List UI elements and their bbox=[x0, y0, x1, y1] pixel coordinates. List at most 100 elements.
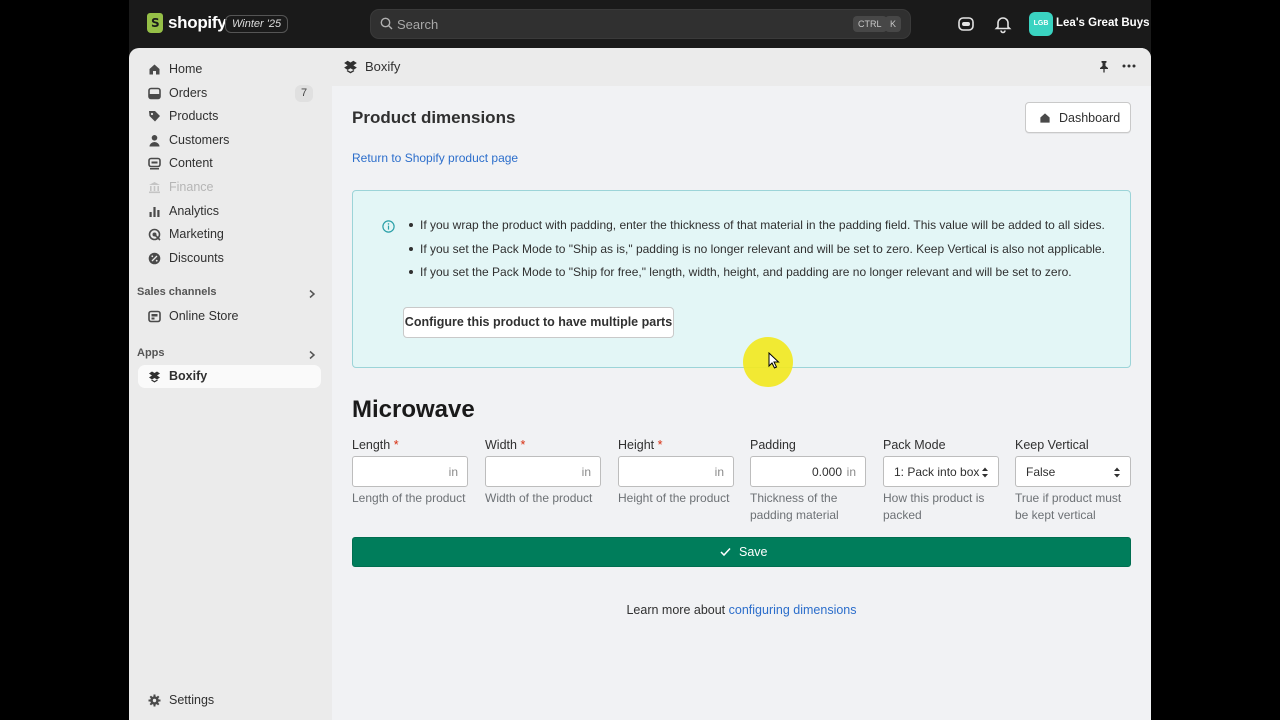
info-icon bbox=[382, 220, 395, 233]
sidebar-item-label: Marketing bbox=[169, 227, 224, 241]
store-name[interactable]: Lea's Great Buys bbox=[1056, 17, 1150, 29]
home-icon bbox=[149, 64, 160, 75]
pack-mode-help-line: How this product is bbox=[883, 491, 985, 505]
required-mark: * bbox=[393, 438, 399, 452]
keep-vertical-help: True if product must be kept vertical bbox=[1015, 490, 1121, 524]
height-field[interactable]: in bbox=[618, 456, 734, 487]
main-area: Boxify Product dimensions Dashboard Retu… bbox=[332, 48, 1151, 720]
chevron-right-icon[interactable] bbox=[307, 350, 317, 360]
target-icon bbox=[148, 228, 161, 241]
sidebar-item-home[interactable]: Home bbox=[138, 58, 321, 81]
mouse-pointer-icon bbox=[768, 352, 780, 369]
sidebar-item-label: Orders bbox=[169, 86, 208, 100]
sidebar-item-label: Boxify bbox=[169, 369, 208, 383]
content-icon bbox=[148, 157, 161, 170]
pack-mode-value: 1: Pack into box bbox=[894, 465, 980, 479]
sidebar-item-label: Products bbox=[169, 109, 219, 123]
dashboard-button[interactable]: Dashboard bbox=[1025, 102, 1131, 133]
length-label: Length * bbox=[352, 438, 399, 452]
checkmark-icon bbox=[720, 547, 731, 557]
orders-icon bbox=[148, 87, 161, 100]
chevron-right-icon[interactable] bbox=[307, 289, 317, 299]
pin-icon[interactable] bbox=[1098, 60, 1110, 73]
bank-icon bbox=[149, 182, 160, 194]
sidebar-item-marketing[interactable]: Marketing bbox=[138, 223, 321, 246]
apps-heading[interactable]: Apps bbox=[137, 347, 165, 359]
product-name: Microwave bbox=[352, 396, 475, 423]
sidebar-item-content[interactable]: Content bbox=[138, 152, 321, 175]
select-arrows-icon bbox=[1114, 467, 1120, 478]
height-label: Height * bbox=[618, 438, 663, 452]
width-help: Width of the product bbox=[485, 491, 593, 505]
keep-vertical-value: False bbox=[1026, 465, 1056, 479]
sidebar-item-orders[interactable]: Orders 7 bbox=[138, 82, 321, 105]
sidebar-item-settings[interactable]: Settings bbox=[138, 689, 321, 712]
sidebar-item-analytics[interactable]: Analytics bbox=[138, 200, 321, 223]
sidebar-item-label: Discounts bbox=[169, 251, 224, 265]
learn-more-prefix: Learn more about bbox=[626, 603, 726, 617]
orders-count-badge: 7 bbox=[295, 85, 313, 102]
home-icon bbox=[1040, 113, 1050, 123]
dashboard-button-label: Dashboard bbox=[1059, 111, 1121, 125]
configure-multiple-parts-button[interactable]: Configure this product to have multiple … bbox=[403, 307, 674, 338]
configuring-dimensions-link[interactable]: configuring dimensions bbox=[729, 603, 857, 617]
search-input[interactable] bbox=[397, 14, 797, 34]
keep-vertical-select[interactable]: False bbox=[1015, 456, 1131, 487]
bell-icon[interactable] bbox=[993, 14, 1013, 34]
brand-name: shopify bbox=[168, 13, 227, 32]
keep-vertical-help-line: be kept vertical bbox=[1015, 508, 1096, 522]
info-list: If you wrap the product with padding, en… bbox=[409, 218, 1105, 289]
sidebar-item-customers[interactable]: Customers bbox=[138, 129, 321, 152]
sidebar-item-products[interactable]: Products bbox=[138, 105, 321, 128]
padding-field[interactable]: in bbox=[750, 456, 866, 487]
sidebar-item-label: Customers bbox=[169, 133, 230, 147]
return-to-product-link[interactable]: Return to Shopify product page bbox=[352, 151, 518, 165]
shopify-bag-icon bbox=[147, 13, 163, 33]
sidebar-item-finance: Finance bbox=[138, 176, 321, 199]
shopify-logo[interactable]: shopify bbox=[147, 13, 227, 33]
sidebar-item-label: Analytics bbox=[169, 204, 220, 218]
save-button[interactable]: Save bbox=[352, 537, 1131, 567]
sidebar-item-boxify[interactable]: Boxify bbox=[138, 365, 321, 388]
required-mark: * bbox=[657, 438, 663, 452]
width-label: Width * bbox=[485, 438, 525, 452]
sales-channels-heading[interactable]: Sales channels bbox=[137, 286, 217, 298]
length-input[interactable] bbox=[361, 463, 430, 481]
shortcut-key-k: K bbox=[885, 16, 902, 32]
discount-icon bbox=[148, 252, 161, 265]
padding-label: Padding bbox=[750, 438, 796, 452]
padding-input[interactable] bbox=[772, 463, 842, 481]
pack-mode-label: Pack Mode bbox=[883, 438, 946, 452]
learn-more-text: Learn more about configuring dimensions bbox=[332, 603, 1151, 617]
height-help: Height of the product bbox=[618, 491, 730, 505]
admin-window: shopify Winter '25 CTRL K LGB Lea's Grea… bbox=[129, 0, 1151, 720]
search-bar[interactable]: CTRL K bbox=[370, 9, 911, 39]
info-bullet-ship-for-free: If you set the Pack Mode to "Ship for fr… bbox=[409, 265, 1105, 289]
edition-badge[interactable]: Winter '25 bbox=[225, 15, 289, 33]
save-button-label: Save bbox=[739, 545, 768, 559]
width-unit: in bbox=[581, 465, 591, 479]
sidekick-icon[interactable] bbox=[956, 14, 976, 34]
sidebar-item-discounts[interactable]: Discounts bbox=[138, 247, 321, 270]
info-bullet-padding: If you wrap the product with padding, en… bbox=[409, 218, 1105, 242]
app-content: Product dimensions Dashboard Return to S… bbox=[332, 86, 1151, 720]
app-name: Boxify bbox=[365, 59, 401, 74]
padding-help-line: Thickness of the bbox=[750, 491, 838, 505]
padding-unit: in bbox=[846, 465, 856, 479]
sidebar-item-label: Finance bbox=[169, 180, 214, 194]
padding-help-line: padding material bbox=[750, 508, 839, 522]
boxify-icon bbox=[149, 371, 160, 383]
height-label-text: Height bbox=[618, 438, 655, 452]
store-avatar[interactable]: LGB bbox=[1029, 12, 1053, 36]
sidebar-item-label: Home bbox=[169, 62, 203, 76]
sidebar-item-online-store[interactable]: Online Store bbox=[138, 305, 321, 328]
pack-mode-select[interactable]: 1: Pack into box bbox=[883, 456, 999, 487]
more-options-icon[interactable] bbox=[1122, 64, 1136, 68]
height-input[interactable] bbox=[627, 463, 696, 481]
height-unit: in bbox=[714, 465, 724, 479]
width-field[interactable]: in bbox=[485, 456, 601, 487]
width-input[interactable] bbox=[494, 463, 563, 481]
length-field[interactable]: in bbox=[352, 456, 468, 487]
width-label-text: Width bbox=[485, 438, 517, 452]
page-title: Product dimensions bbox=[352, 108, 516, 127]
